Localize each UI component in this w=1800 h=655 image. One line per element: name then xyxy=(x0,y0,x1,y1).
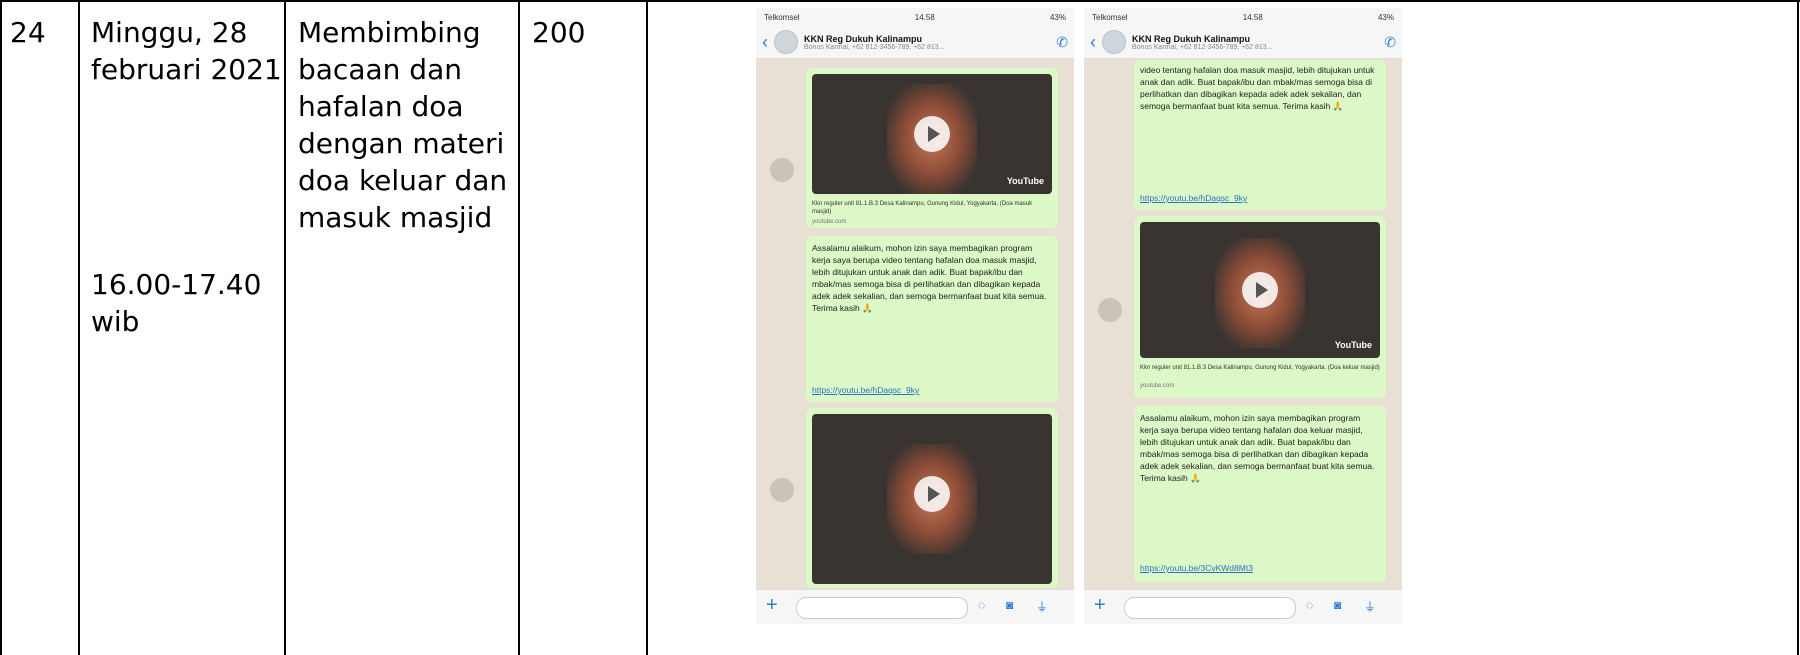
clock-label-2: 14.58 xyxy=(1242,12,1263,22)
youtube-logo-2: YouTube xyxy=(1334,340,1372,350)
carrier-label: Telkomsel xyxy=(764,12,800,22)
group-members-2: Bonus Karmal, +62 812-3456-789, +62 813.… xyxy=(1132,43,1273,51)
activity-line-1: Membimbing xyxy=(298,16,481,49)
sticker-icon[interactable]: ◌ xyxy=(978,598,985,612)
message-text-2: Assalamu alaikum, mohon izin saya membag… xyxy=(1140,413,1375,483)
video-source-2: youtube.com xyxy=(1140,383,1175,389)
chat-header: ‹ KKN Reg Dukuh Kalinampu Bonus Karmal, … xyxy=(756,26,1074,59)
row-number: 24 xyxy=(10,16,46,49)
activity-line-5: doa keluar dan xyxy=(298,164,508,197)
message-input-2[interactable] xyxy=(1124,597,1296,619)
group-avatar[interactable] xyxy=(774,30,798,54)
text-message-top[interactable]: video tentang hafalan doa masuk masjid, … xyxy=(1134,60,1386,210)
mic-icon-2[interactable]: ⏚ xyxy=(1364,598,1376,615)
activity-table: 24 Minggu, 28 februari 2021 16.00-17.40 … xyxy=(0,0,1800,655)
message-input[interactable] xyxy=(796,597,968,619)
whatsapp-screenshot-1: Telkomsel 14.58 43% ‹ KKN Reg Dukuh Kali… xyxy=(756,8,1074,624)
battery-label-2: 43% xyxy=(1377,12,1394,22)
forward-icon-3[interactable] xyxy=(1098,298,1122,322)
activity-line-6: masuk masjid xyxy=(298,201,493,234)
activity-line-4: dengan materi xyxy=(298,127,505,160)
compose-bar-2: + ◌ ◙ ⏚ xyxy=(1084,589,1402,624)
col-border-5 xyxy=(1797,0,1799,655)
time-line-2: wib xyxy=(91,305,140,338)
plus-icon-2[interactable]: + xyxy=(1094,594,1106,617)
group-title-2[interactable]: KKN Reg Dukuh Kalinampu xyxy=(1132,34,1378,44)
clock-label: 14.58 xyxy=(914,12,935,22)
plus-icon[interactable]: + xyxy=(766,594,778,617)
play-icon-2[interactable] xyxy=(914,476,950,512)
sticker-icon-2[interactable]: ◌ xyxy=(1306,598,1313,612)
group-avatar-2[interactable] xyxy=(1102,30,1126,54)
participants-count: 200 xyxy=(532,16,586,49)
status-bar-2: Telkomsel 14.58 43% xyxy=(1084,8,1402,26)
add-call-icon[interactable]: ✆ xyxy=(1056,34,1068,51)
video-message-3[interactable]: YouTube Kkn reguler unit 81.1.B.3 Desa K… xyxy=(1134,216,1386,398)
carrier-label-2: Telkomsel xyxy=(1092,12,1128,22)
camera-icon[interactable]: ◙ xyxy=(1006,598,1013,612)
back-icon[interactable]: ‹ xyxy=(762,32,768,53)
text-message-1[interactable]: Assalamu alaikum, mohon izin saya membag… xyxy=(806,236,1058,402)
video-source: youtube.com xyxy=(812,219,847,225)
battery-label: 43% xyxy=(1049,12,1066,22)
table-top-border xyxy=(0,0,1800,2)
video-thumbnail-3[interactable]: YouTube xyxy=(1140,222,1380,358)
whatsapp-screenshot-2: Telkomsel 14.58 43% ‹ KKN Reg Dukuh Kali… xyxy=(1084,8,1402,624)
col-border-0 xyxy=(0,0,2,655)
video-caption-2: Kkn reguler unit 81.1.B.3 Desa Kalinampu… xyxy=(1140,365,1380,371)
group-title[interactable]: KKN Reg Dukuh Kalinampu xyxy=(804,34,1050,44)
video-message-1[interactable]: YouTube Kkn reguler unit 81.1.B.3 Desa K… xyxy=(806,68,1058,228)
back-icon-2[interactable]: ‹ xyxy=(1090,32,1096,53)
video-link-top[interactable]: https://youtu.be/hDaqsc_9ky xyxy=(1140,193,1247,203)
play-icon[interactable] xyxy=(914,116,950,152)
message-text: Assalamu alaikum, mohon izin saya membag… xyxy=(812,243,1047,313)
compose-bar: + ◌ ◙ ⏚ xyxy=(756,589,1074,624)
col-border-3 xyxy=(518,0,520,655)
add-call-icon-2[interactable]: ✆ xyxy=(1384,34,1396,51)
video-thumbnail[interactable]: YouTube xyxy=(812,74,1052,194)
camera-icon-2[interactable]: ◙ xyxy=(1334,598,1341,612)
mic-icon[interactable]: ⏚ xyxy=(1036,598,1048,615)
text-message-2[interactable]: Assalamu alaikum, mohon izin saya membag… xyxy=(1134,406,1386,582)
col-border-4 xyxy=(646,0,648,655)
forward-icon-2[interactable] xyxy=(770,478,794,502)
col-border-2 xyxy=(284,0,286,655)
activity-line-2: bacaan dan xyxy=(298,53,462,86)
status-bar: Telkomsel 14.58 43% xyxy=(756,8,1074,26)
date-line-2: februari 2021 xyxy=(91,53,282,86)
video-link-2[interactable]: https://youtu.be/3CvKWd8Mt3 xyxy=(1140,563,1253,573)
forward-icon[interactable] xyxy=(770,158,794,182)
video-link[interactable]: https://youtu.be/hDaqsc_9ky xyxy=(812,385,919,395)
message-text-top: video tentang hafalan doa masuk masjid, … xyxy=(1140,65,1375,111)
time-line-1: 16.00-17.40 xyxy=(91,268,262,301)
youtube-logo: YouTube xyxy=(1006,176,1044,186)
date-line-1: Minggu, 28 xyxy=(91,16,248,49)
play-icon-3[interactable] xyxy=(1242,272,1278,308)
col-border-1 xyxy=(78,0,80,655)
activity-line-3: hafalan doa xyxy=(298,90,464,123)
video-caption: Kkn reguler unit 81.1.B.3 Desa Kalinampu… xyxy=(812,201,1033,215)
video-thumbnail-2[interactable] xyxy=(812,414,1052,584)
chat-header-2: ‹ KKN Reg Dukuh Kalinampu Bonus Karmal, … xyxy=(1084,26,1402,59)
group-members: Bonus Karmal, +62 812-3456-789, +62 813.… xyxy=(804,43,945,51)
video-message-2[interactable] xyxy=(806,408,1058,588)
